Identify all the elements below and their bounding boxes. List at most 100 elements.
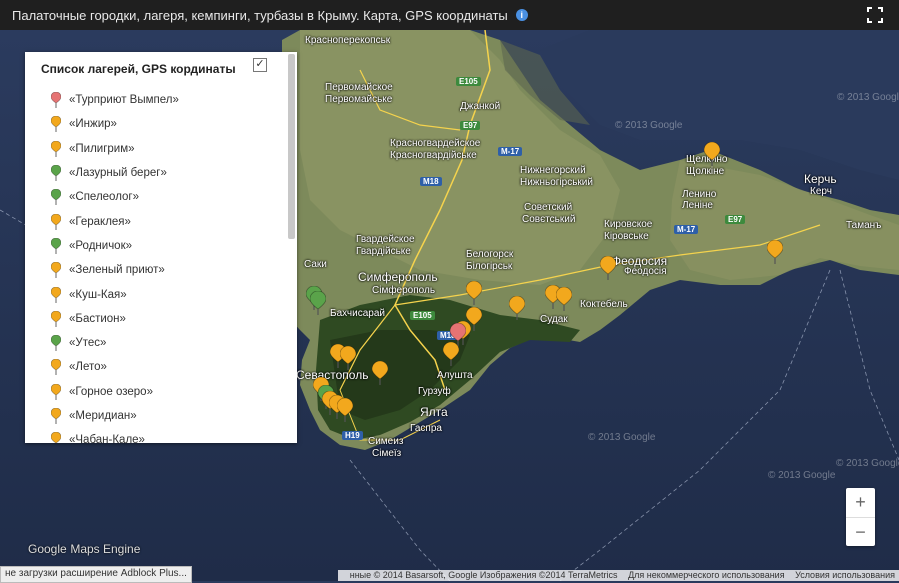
camp-marker-pin-icon[interactable] (443, 342, 459, 366)
camp-list-item[interactable]: «Гераклея» (51, 209, 179, 233)
copyright-watermark: © 2013 Google (768, 470, 836, 481)
camp-name: «Чабан-Кале» (69, 434, 145, 443)
copyright-watermark: © 2013 Google (836, 458, 899, 469)
place-label: Джанкой (460, 101, 501, 112)
camp-list-item[interactable]: «Пилигрим» (51, 137, 179, 161)
camp-list-item[interactable]: «Лето» (51, 355, 179, 379)
place-label: Керч (810, 186, 832, 197)
camp-marker-pin-icon[interactable] (767, 240, 783, 264)
camp-name: «Гераклея» (69, 215, 131, 228)
camp-list-item[interactable]: «Куш-Кая» (51, 282, 179, 306)
camp-list-item[interactable]: «Меридиан» (51, 404, 179, 428)
place-label: Кіровське (604, 231, 649, 242)
place-label: Саки (304, 259, 327, 270)
camp-list-item[interactable]: «Зеленый приют» (51, 258, 179, 282)
camp-marker-pin-icon[interactable] (600, 256, 616, 280)
map-pin-icon (51, 116, 61, 133)
camp-list-item[interactable]: «Родничок» (51, 234, 179, 258)
map-pin-icon (51, 286, 61, 303)
place-label: Гаспра (410, 423, 442, 434)
camp-name: «Инжир» (69, 118, 117, 131)
camp-list-item[interactable]: «Бастион» (51, 307, 179, 331)
copyright-watermark: © 2013 Google (588, 432, 656, 443)
map-pin-icon (51, 335, 61, 352)
camp-marker-pin-icon[interactable] (556, 287, 572, 311)
camp-name: «Родничок» (69, 239, 133, 252)
info-icon[interactable]: i (515, 9, 528, 21)
camp-marker-pin-icon[interactable] (310, 291, 326, 315)
place-label: Сімферополь (372, 285, 436, 296)
place-label: Симеиз (368, 436, 404, 447)
place-label: Нижнегорский (520, 165, 586, 176)
camp-marker-pin-icon[interactable] (337, 398, 353, 422)
camp-marker-pin-icon[interactable] (466, 281, 482, 305)
browser-status-bar: не загрузки расширение Adblock Plus... (0, 566, 192, 583)
place-label: Керчь (804, 172, 837, 186)
place-label: Сімеїз (372, 448, 402, 459)
camp-marker-pin-icon[interactable] (509, 296, 525, 320)
road-shield: M-17 (674, 225, 699, 234)
camp-list-item[interactable]: «Чабан-Кале» (51, 428, 179, 443)
camp-list-panel: Список лагерей, GPS кординаты ✓ «Турприю… (25, 52, 297, 443)
road-shield: M-17 (498, 147, 523, 156)
zoom-in-button[interactable]: + (846, 488, 875, 518)
camp-marker-pin-icon[interactable] (704, 142, 720, 166)
camp-list-item[interactable]: «Горное озеро» (51, 380, 179, 404)
copyright-watermark: © 2013 Google (837, 92, 899, 103)
camp-name: «Куш-Кая» (69, 288, 127, 301)
place-label: Таманъ (846, 220, 882, 231)
place-label: Феодосія (624, 266, 667, 277)
map-pin-icon (51, 408, 61, 424)
camp-name: «Утес» (69, 337, 107, 350)
camp-name: «Горное озеро» (69, 385, 153, 398)
road-shield: M18 (420, 177, 442, 186)
camp-name: «Пилигрим» (69, 142, 135, 155)
google-maps-engine-logo: Google Maps Engine (28, 541, 140, 556)
place-label: Первомайське (325, 94, 393, 105)
zoom-controls: + − (846, 488, 875, 546)
road-shield: E105 (410, 311, 435, 320)
terms-of-use-link[interactable]: Условия использования (795, 570, 895, 580)
road-shield: H19 (342, 431, 363, 440)
place-label: Совєтський (522, 214, 576, 225)
place-label: Белогорск (466, 249, 514, 260)
camp-marker-pin-icon[interactable] (372, 361, 388, 385)
map-pin-icon (51, 213, 61, 230)
camp-list-item[interactable]: «Турприют Вымпел» (51, 88, 179, 112)
camp-list-item[interactable]: «Утес» (51, 331, 179, 355)
camp-name: «Меридиан» (69, 410, 137, 422)
place-label: Ленино (682, 189, 717, 200)
place-label: Нижньогірський (520, 177, 593, 188)
map-pin-icon (51, 165, 61, 182)
copyright-watermark: © 2013 Google (615, 120, 683, 131)
zoom-out-button[interactable]: − (846, 518, 875, 547)
place-label: Білогірськ (466, 261, 513, 272)
camp-name: «Лето» (69, 361, 107, 374)
noncommercial-use-link[interactable]: Для некоммерческого использования (628, 570, 785, 580)
place-label: Кировское (604, 219, 653, 230)
map-pin-icon (51, 262, 61, 279)
place-label: Первомайское (325, 82, 393, 93)
place-label: Гурзуф (418, 386, 451, 397)
camp-name: «Лазурный берег» (69, 167, 167, 180)
place-label: Красноперекопськ (305, 35, 391, 46)
map-pin-icon (51, 189, 61, 206)
place-label: Щолкіне (686, 166, 725, 177)
camp-list: «Турприют Вымпел» «Инжир» «Пилигрим» «Лазур… (51, 88, 179, 443)
panel-scrollbar[interactable] (288, 54, 295, 239)
place-label: Леніне (682, 200, 713, 211)
camp-name: «Бастион» (69, 312, 126, 325)
attribution-bar: нные © 2014 Basarsoft, Google Изображени… (337, 570, 899, 581)
fullscreen-icon[interactable] (867, 7, 883, 23)
map-pin-icon (51, 92, 61, 109)
camp-marker-pin-icon[interactable] (340, 346, 356, 370)
google-logo-text: Google (28, 542, 67, 556)
panel-title: Список лагерей, GPS кординаты (41, 62, 236, 76)
camp-list-item[interactable]: «Инжир» (51, 112, 179, 136)
road-shield: E97 (725, 215, 746, 224)
road-shield: E105 (456, 77, 481, 86)
place-label: Севастополь (296, 368, 369, 382)
camp-list-item[interactable]: «Спелеолог» (51, 185, 179, 209)
layer-checkbox[interactable]: ✓ (253, 58, 267, 72)
camp-list-item[interactable]: «Лазурный берег» (51, 161, 179, 185)
